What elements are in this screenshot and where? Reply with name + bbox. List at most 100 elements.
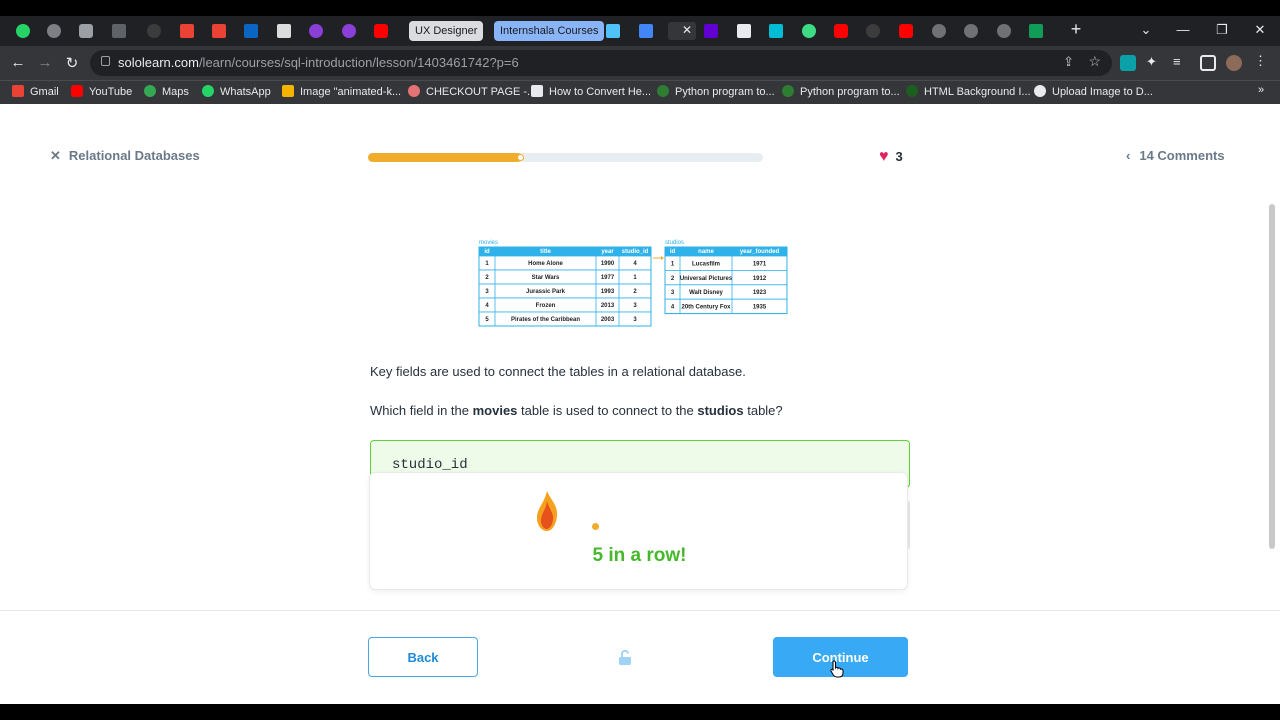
relational-tables-diagram: movies studios id title year studio_id1 Home… xyxy=(478,240,788,327)
progress-fill xyxy=(368,153,523,162)
back-arrow-icon[interactable]: ← xyxy=(9,54,27,71)
close-tab-icon[interactable]: ✕ xyxy=(682,23,692,37)
back-button[interactable]: Back xyxy=(368,637,478,677)
movies-cell: Frozen xyxy=(536,303,556,309)
bookmark-html-bg[interactable]: HTML Background I... xyxy=(906,85,1031,98)
spark-dot xyxy=(592,523,599,530)
tab-icon[interactable] xyxy=(864,22,882,40)
tab-icon[interactable] xyxy=(275,22,293,40)
youtube-tab-icon[interactable] xyxy=(897,22,915,40)
footer-divider xyxy=(0,610,1280,611)
bookmark-checkout[interactable]: CHECKOUT PAGE -... xyxy=(408,85,536,98)
movies-cell: Pirates of the Caribbean xyxy=(511,317,580,323)
tab-internshala-courses[interactable]: Internshala Courses xyxy=(494,21,605,41)
sheets-tab-icon[interactable] xyxy=(1027,22,1045,40)
whatsapp-tab-icon[interactable] xyxy=(14,22,32,40)
movies-header-cell: id xyxy=(484,249,490,255)
studios-cell: 1971 xyxy=(753,261,767,267)
alpha-icon xyxy=(531,85,543,97)
globe-icon xyxy=(1034,85,1046,97)
lesson-progress-bar xyxy=(368,153,763,162)
unlock-icon xyxy=(619,650,631,665)
close-window-icon[interactable]: ✕ xyxy=(1250,22,1270,38)
tab-icon[interactable] xyxy=(767,22,785,40)
address-bar: ← → ↻ sololearn.com/learn/courses/sql-in… xyxy=(0,46,1280,80)
avatar[interactable] xyxy=(1226,55,1242,71)
tab-icon[interactable] xyxy=(604,22,622,40)
minimize-icon[interactable]: — xyxy=(1173,22,1193,37)
tab-icon[interactable] xyxy=(110,22,128,40)
bookmark-maps[interactable]: Maps xyxy=(144,85,189,98)
hearts-counter: ♥ 3 xyxy=(879,148,903,165)
share-icon[interactable]: ⇪ xyxy=(1063,54,1074,70)
globe-tab-icon[interactable] xyxy=(995,22,1013,40)
movies-header-cell: title xyxy=(540,249,551,255)
studios-row xyxy=(664,255,788,271)
movies-row xyxy=(478,269,652,285)
globe-tab-icon[interactable] xyxy=(45,22,63,40)
bookmark-star-icon[interactable]: ☆ xyxy=(1088,53,1101,70)
bookmark-youtube[interactable]: YouTube xyxy=(71,85,132,98)
bookmarks-bar: Gmail YouTube Maps WhatsApp Image "anima… xyxy=(0,80,1280,104)
restore-icon[interactable]: ❐ xyxy=(1212,22,1232,38)
bookmark-icon xyxy=(782,85,794,97)
reading-list-icon[interactable]: ≡ xyxy=(1173,54,1189,70)
bookmark-image[interactable]: Image "animated-k... xyxy=(282,85,401,98)
flame-icon xyxy=(537,491,558,531)
url-input[interactable]: sololearn.com/learn/courses/sql-introduc… xyxy=(90,50,1112,76)
studios-header-cell: id xyxy=(670,249,676,255)
bookmark-convert[interactable]: How to Convert He... xyxy=(531,85,651,98)
github-tab-icon[interactable] xyxy=(145,22,163,40)
lesson-close-link[interactable]: ✕ Relational Databases xyxy=(50,148,200,164)
star-icon xyxy=(282,85,294,97)
streak-text: 5 in a row! xyxy=(592,545,687,566)
tab-icon[interactable] xyxy=(637,22,655,40)
tab-ux-designer[interactable]: UX Designer xyxy=(409,21,484,41)
gmail-tab-icon[interactable] xyxy=(210,22,228,40)
reload-icon[interactable]: ↻ xyxy=(63,54,81,72)
lock-icon xyxy=(101,56,110,66)
studios-cell: 1935 xyxy=(753,305,767,311)
tab-icon[interactable] xyxy=(307,22,325,40)
page-scrollbar[interactable] xyxy=(1269,204,1275,549)
tab-search-icon[interactable]: ⌄ xyxy=(1136,22,1156,38)
puzzle-icon[interactable]: ✦ xyxy=(1146,54,1162,70)
studios-cell: 1923 xyxy=(753,290,767,296)
side-panel-icon[interactable] xyxy=(1200,55,1216,71)
yahoo-tab-icon[interactable] xyxy=(702,22,720,40)
movies-cell: 2013 xyxy=(601,303,615,309)
heart-icon: ♥ xyxy=(879,148,889,165)
android-tab-icon[interactable] xyxy=(800,22,818,40)
tab-icon[interactable] xyxy=(340,22,358,40)
movies-table: id title year studio_id1 Home Alone 1990 42 Sta… xyxy=(478,246,652,327)
tab-icon[interactable] xyxy=(77,22,95,40)
youtube-tab-icon[interactable] xyxy=(832,22,850,40)
bookmark-gmail[interactable]: Gmail xyxy=(12,85,59,98)
linkedin-tab-icon[interactable] xyxy=(242,22,260,40)
studios-cell: Walt Disney xyxy=(689,290,723,296)
comments-link[interactable]: ‹ 14 Comments xyxy=(1126,148,1225,163)
youtube-tab-icon[interactable] xyxy=(372,22,390,40)
lesson-intro-text: Key fields are used to connect the table… xyxy=(370,364,746,379)
bookmark-upload-image[interactable]: Upload Image to D... xyxy=(1034,85,1153,98)
globe-tab-icon[interactable] xyxy=(962,22,980,40)
youtube-icon xyxy=(71,85,83,97)
movies-cell: 1990 xyxy=(601,261,615,267)
menu-icon[interactable]: ⋮ xyxy=(1254,53,1270,69)
movies-cell: Jurassic Park xyxy=(526,289,566,295)
forward-arrow-icon[interactable]: → xyxy=(36,54,54,71)
new-tab-button[interactable]: + xyxy=(1066,19,1086,40)
movies-table-caption: movies xyxy=(479,240,498,246)
globe-tab-icon[interactable] xyxy=(930,22,948,40)
bookmarks-overflow-icon[interactable]: » xyxy=(1258,84,1264,96)
movies-cell: Home Alone xyxy=(528,261,563,267)
active-tab[interactable]: ✕ xyxy=(668,22,696,40)
extension-icon[interactable] xyxy=(1120,55,1136,71)
tab-icon[interactable] xyxy=(735,22,753,40)
gmail-tab-icon[interactable] xyxy=(178,22,196,40)
browser-tab-strip: UX Designer Internshala Courses ✕ + ⌄ — … xyxy=(0,16,1280,46)
bookmark-whatsapp[interactable]: WhatsApp xyxy=(202,85,271,98)
bookmark-python-1[interactable]: Python program to... xyxy=(657,85,775,98)
bookmark-python-2[interactable]: Python program to... xyxy=(782,85,900,98)
question-text: Which field in the movies table is used … xyxy=(370,403,783,418)
